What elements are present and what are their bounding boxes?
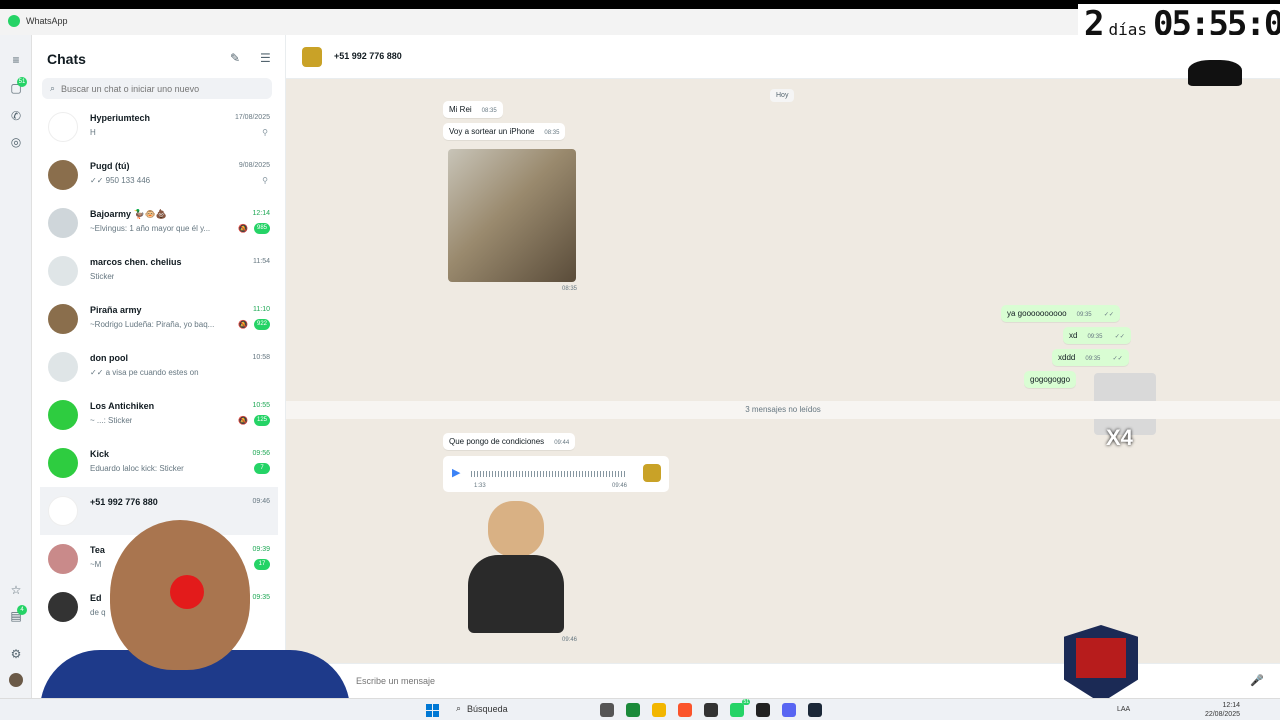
- unread-badge: 7: [254, 463, 270, 474]
- task-view-icon[interactable]: [600, 703, 614, 717]
- avatar: [48, 352, 78, 382]
- file-explorer-icon[interactable]: [652, 703, 666, 717]
- sheets-icon[interactable]: [626, 703, 640, 717]
- filter-icon[interactable]: ☰: [260, 51, 271, 65]
- chat-item-bajoarmy[interactable]: Bajoarmy 🦆🐵💩 12:14 ~Elvingus: 1 año mayo…: [40, 199, 278, 247]
- unread-badge: 985: [254, 223, 270, 234]
- mic-icon[interactable]: 🎤: [1250, 674, 1264, 687]
- system-clock[interactable]: 12:14 22/08/2025: [1205, 701, 1240, 719]
- profile-avatar[interactable]: [9, 673, 23, 687]
- starred-icon[interactable]: ☆: [9, 583, 23, 597]
- chat-item-don-pool[interactable]: don pool 10:58 ✓✓ a visa pe cuando estes…: [40, 343, 278, 391]
- message-bubble[interactable]: Voy a sortear un iPhone 08:35: [443, 123, 566, 140]
- windows-taskbar: ⌕ Búsqueda 51 LAA 12:14 22/08/2025: [0, 698, 1280, 720]
- muted-icon: 🔕: [238, 320, 248, 329]
- chats-title: Chats: [47, 51, 86, 67]
- chat-item-hyperiumtech[interactable]: Hyperiumtech 17/08/2025 H ⚲: [40, 103, 278, 151]
- pin-icon: ⚲: [262, 176, 268, 185]
- avatar: [48, 160, 78, 190]
- chats-badge: 51: [17, 77, 27, 87]
- read-receipt-icon: ✓✓: [1103, 312, 1114, 318]
- avatar: [48, 400, 78, 430]
- avatar: [48, 448, 78, 478]
- whatsapp-taskbar-icon[interactable]: 51: [730, 699, 750, 717]
- image-message[interactable]: [448, 149, 576, 282]
- cat-overlay-graphic: [1188, 60, 1242, 86]
- menu-icon[interactable]: ≡: [9, 53, 23, 67]
- unread-badge: 922: [254, 319, 270, 330]
- avatar: [48, 112, 78, 142]
- terminal-icon[interactable]: [756, 703, 770, 717]
- taskbar-apps: 51: [600, 699, 822, 717]
- play-icon[interactable]: ▶: [452, 466, 460, 479]
- dog-body: [468, 555, 564, 633]
- muted-icon: 🔕: [238, 416, 248, 425]
- dota2-emblem: [1076, 638, 1126, 678]
- read-receipt-icon: ✓✓: [1112, 356, 1123, 362]
- message-bubble-out[interactable]: xd 09:35 ✓✓: [1063, 327, 1131, 344]
- search-bar: ⌕: [42, 78, 272, 99]
- status-badge: 4: [17, 605, 27, 615]
- message-bubble-out[interactable]: gogogoggo: [1024, 371, 1077, 388]
- chat-item-pirana-army[interactable]: Piraña army 11:10 ~Rodrigo Ludeña: Pirañ…: [40, 295, 278, 343]
- read-receipt-icon: ✓✓: [1114, 334, 1125, 340]
- language-indicator[interactable]: LAA: [1117, 706, 1130, 713]
- avatar: [48, 304, 78, 334]
- dog-head: [488, 501, 544, 557]
- nav-rail: ≡ ▢ 51 ✆ ◎ ☆ ▤ 4 ⚙: [0, 35, 32, 698]
- window-title: WhatsApp: [8, 15, 68, 27]
- calls-icon[interactable]: ✆: [9, 109, 23, 123]
- search-icon: ⌕: [456, 703, 462, 713]
- waveform[interactable]: [471, 471, 626, 477]
- chat-item-marcos[interactable]: marcos chen. chelius 11:54 Sticker: [40, 247, 278, 295]
- unread-badge: 125: [254, 415, 270, 426]
- contact-name: +51 992 776 880: [334, 51, 402, 61]
- whatsapp-logo-icon: [8, 15, 20, 27]
- chat-item-pugd[interactable]: Pugd (tú) 9/08/2025 ✓✓ 950 133 446 ⚲: [40, 151, 278, 199]
- avatar: [48, 256, 78, 286]
- obs-icon[interactable]: [704, 703, 718, 717]
- taskbar-search[interactable]: ⌕ Búsqueda: [456, 703, 508, 714]
- sender-avatar: [643, 464, 661, 482]
- chat-item-kick[interactable]: Kick 09:56 Eduardo laloc kick: Sticker 7: [40, 439, 278, 487]
- date-chip: Hoy: [770, 89, 795, 102]
- muted-icon: 🔕: [238, 224, 248, 233]
- chat-header[interactable]: +51 992 776 880: [286, 35, 1280, 79]
- avatar: [48, 208, 78, 238]
- search-icon: ⌕: [50, 83, 56, 93]
- dog-sticker[interactable]: [460, 499, 570, 633]
- contact-avatar[interactable]: [302, 47, 322, 67]
- message-bubble-out[interactable]: xddd 09:35 ✓✓: [1052, 349, 1129, 366]
- webcam-overlay: [40, 500, 350, 720]
- settings-icon[interactable]: ⚙: [9, 647, 23, 661]
- sticker-overlay-text: X4: [1106, 425, 1133, 450]
- status-icon[interactable]: ◎: [9, 135, 23, 149]
- clown-nose: [170, 575, 204, 609]
- unread-divider: 3 mensajes no leídos: [286, 401, 1280, 419]
- brave-icon[interactable]: [678, 703, 692, 717]
- pin-icon: ⚲: [262, 128, 268, 137]
- chat-item-los-antichiken[interactable]: Los Antichiken 10:55 ~ ...: Sticker 🔕 12…: [40, 391, 278, 439]
- message-bubble[interactable]: Que pongo de condiciones 09:44: [443, 433, 576, 450]
- conversation-pane: Hoy Mi Rei 08:35 Voy a sortear un iPhone 0…: [286, 79, 1280, 663]
- search-input[interactable]: [61, 83, 252, 94]
- voice-message[interactable]: ▶ 1:33 09:46: [443, 456, 669, 492]
- windows-start-icon[interactable]: [426, 704, 439, 717]
- discord-icon[interactable]: [782, 703, 796, 717]
- message-bubble[interactable]: Mi Rei 08:35: [443, 101, 503, 118]
- message-bubble-out[interactable]: ya goooooooooo 09:35 ✓✓: [1001, 305, 1120, 322]
- steam-icon[interactable]: [808, 703, 822, 717]
- new-chat-icon[interactable]: ✎: [230, 51, 240, 65]
